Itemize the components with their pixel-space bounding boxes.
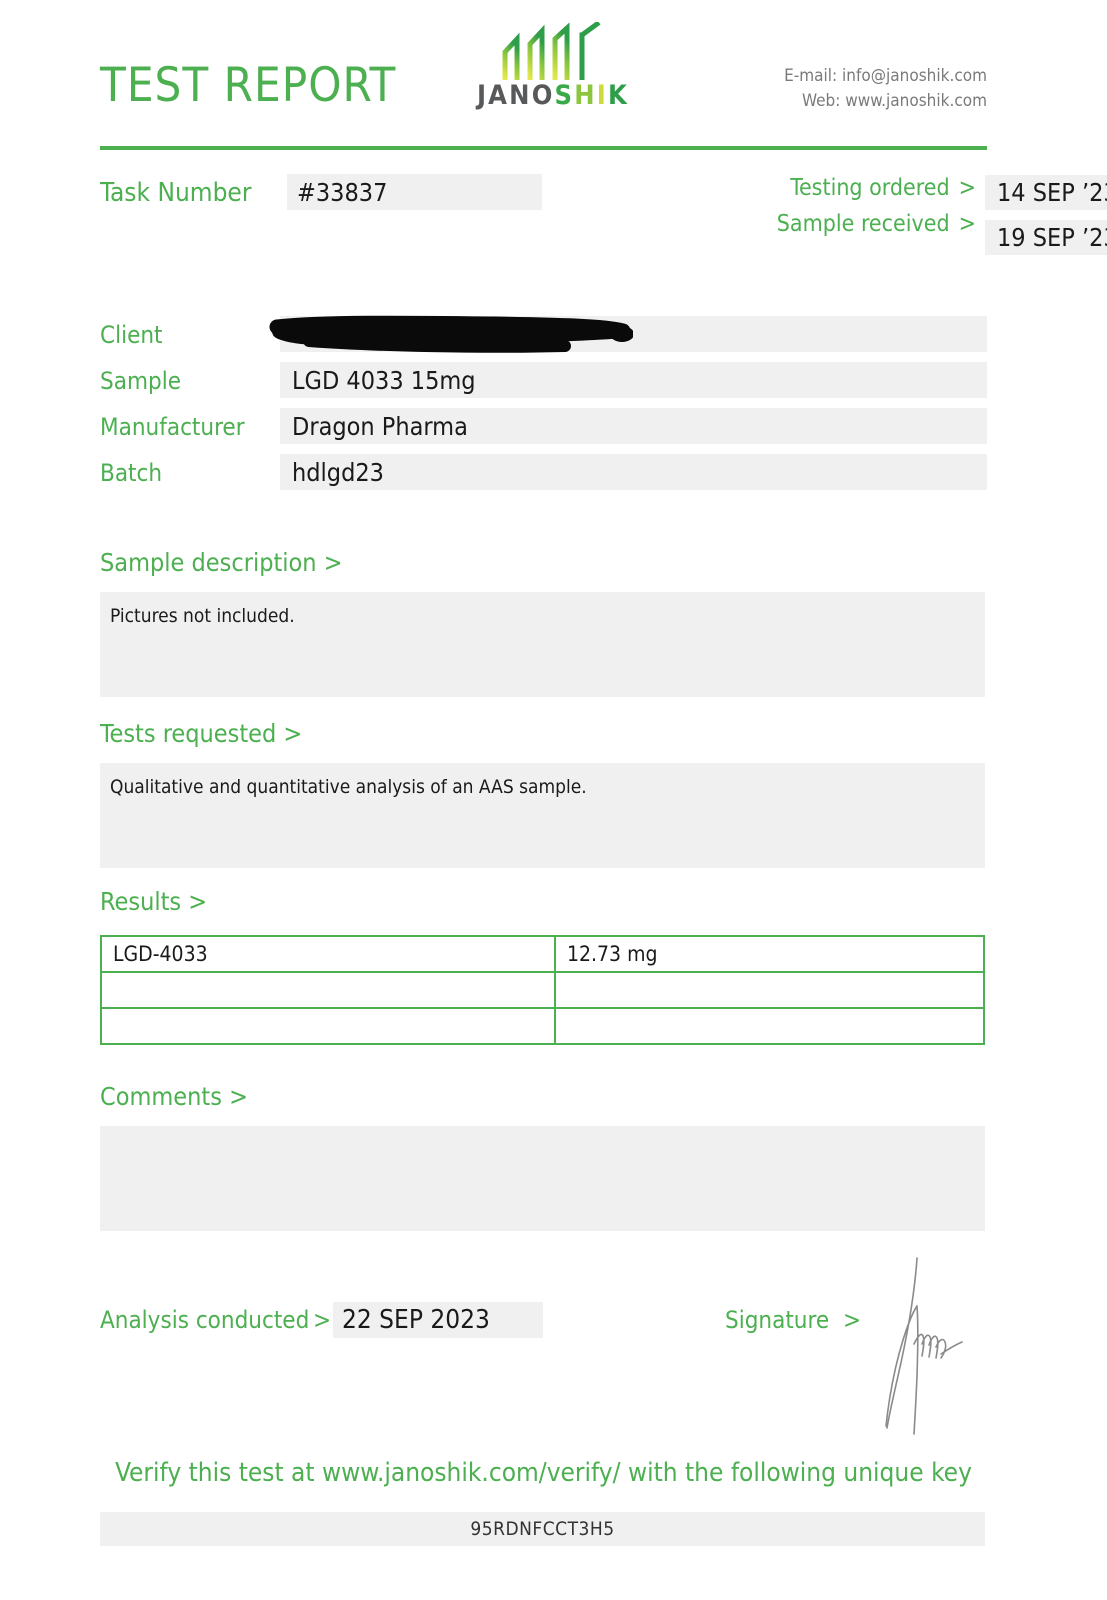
- results-table: LGD-4033 12.73 mg: [100, 935, 985, 1045]
- sample-description-box: Pictures not included.: [100, 592, 985, 697]
- sample-received-label: Sample received: [776, 211, 950, 237]
- contact-info: E-mail: info@janoshik.com Web: www.janos…: [784, 64, 987, 113]
- result-compound: LGD-4033: [100, 935, 556, 973]
- task-number-field: #33837: [287, 174, 542, 210]
- logo-letter-i: I: [596, 80, 609, 111]
- client-field: [280, 316, 987, 352]
- tests-requested-title: Tests requested >: [100, 719, 303, 748]
- table-row: [100, 971, 985, 1009]
- unique-key-value: 95RDNFCCT3H5: [470, 1518, 615, 1540]
- sample-label: Sample: [100, 367, 181, 395]
- dates-block: Testing ordered > 14 SEP ’23 Sample rece…: [776, 175, 1107, 255]
- sample-field: LGD 4033 15mg: [280, 362, 987, 398]
- testing-ordered-field: 14 SEP ’23: [985, 175, 1107, 210]
- info-row-client: Client: [100, 316, 987, 352]
- sample-received-field: 19 SEP ’23: [985, 220, 1107, 255]
- testing-ordered-separator: >: [958, 175, 976, 201]
- task-number-label: Task Number: [100, 178, 252, 208]
- tests-requested-text: Qualitative and quantitative analysis of…: [110, 776, 587, 798]
- result-amount: [554, 1007, 985, 1045]
- sample-value: LGD 4033 15mg: [292, 365, 476, 395]
- logo-letter-s: S: [554, 80, 575, 111]
- analysis-conducted-date: 22 SEP 2023: [342, 1305, 490, 1335]
- info-row-sample: Sample LGD 4033 15mg: [100, 362, 987, 398]
- batch-value: hdlgd23: [292, 457, 384, 487]
- manufacturer-field: Dragon Pharma: [280, 408, 987, 444]
- testing-ordered-value: 14 SEP ’23: [997, 178, 1107, 207]
- table-row: LGD-4033 12.73 mg: [100, 935, 985, 973]
- sample-received-value: 19 SEP ’23: [997, 223, 1107, 252]
- comments-title: Comments >: [100, 1082, 248, 1111]
- info-row-batch: Batch hdlgd23: [100, 454, 987, 490]
- manufacturer-value: Dragon Pharma: [292, 411, 468, 441]
- logo-wordmark: JANOSHIK: [468, 82, 638, 109]
- result-compound: [100, 1007, 556, 1045]
- testing-ordered-label: Testing ordered: [790, 175, 950, 201]
- sample-description-title: Sample description >: [100, 548, 343, 577]
- verify-instruction: Verify this test at www.janoshik.com/ver…: [115, 1458, 972, 1488]
- contact-email: E-mail: info@janoshik.com: [784, 66, 987, 86]
- comments-box: [100, 1126, 985, 1231]
- testing-ordered-row: Testing ordered > 14 SEP ’23: [777, 175, 1107, 210]
- signature-separator: >: [843, 1306, 862, 1334]
- logo-letter-k: K: [608, 80, 630, 111]
- result-amount: 12.73 mg: [554, 935, 985, 973]
- test-report-document: TEST REPORT JANOSHIK E-mail: info@janosh…: [0, 0, 1107, 1600]
- page-title: TEST REPORT: [100, 58, 397, 113]
- batch-label: Batch: [100, 459, 163, 487]
- info-row-manufacturer: Manufacturer Dragon Pharma: [100, 408, 987, 444]
- bar-chart-arrow-icon: [502, 22, 601, 80]
- document-header: TEST REPORT JANOSHIK E-mail: info@janosh…: [100, 18, 987, 133]
- analysis-conducted-separator: >: [313, 1306, 332, 1334]
- signature-label: Signature: [725, 1306, 830, 1334]
- analysis-conducted-field: 22 SEP 2023: [333, 1302, 543, 1338]
- logo-letter-h: H: [574, 80, 597, 111]
- tests-requested-box: Qualitative and quantitative analysis of…: [100, 763, 985, 868]
- contact-web: Web: www.janoshik.com: [801, 90, 987, 111]
- client-label: Client: [100, 321, 163, 349]
- sample-description-text: Pictures not included.: [110, 605, 295, 627]
- batch-field: hdlgd23: [280, 454, 987, 490]
- signature-image: [885, 1257, 963, 1435]
- sample-received-separator: >: [958, 211, 976, 237]
- analysis-conducted-label: Analysis conducted: [100, 1306, 310, 1334]
- unique-key-box: 95RDNFCCT3H5: [100, 1512, 985, 1546]
- task-number-value: #33837: [297, 177, 388, 207]
- header-divider: [100, 146, 987, 150]
- table-row: [100, 1007, 985, 1045]
- janoshik-logo: JANOSHIK: [468, 22, 638, 122]
- results-title: Results >: [100, 887, 208, 916]
- result-amount: [554, 971, 985, 1009]
- logo-word-jano: JANO: [476, 80, 555, 111]
- sample-received-row: Sample received > 19 SEP ’23: [776, 211, 1107, 255]
- manufacturer-label: Manufacturer: [100, 413, 245, 441]
- result-compound: [100, 971, 556, 1009]
